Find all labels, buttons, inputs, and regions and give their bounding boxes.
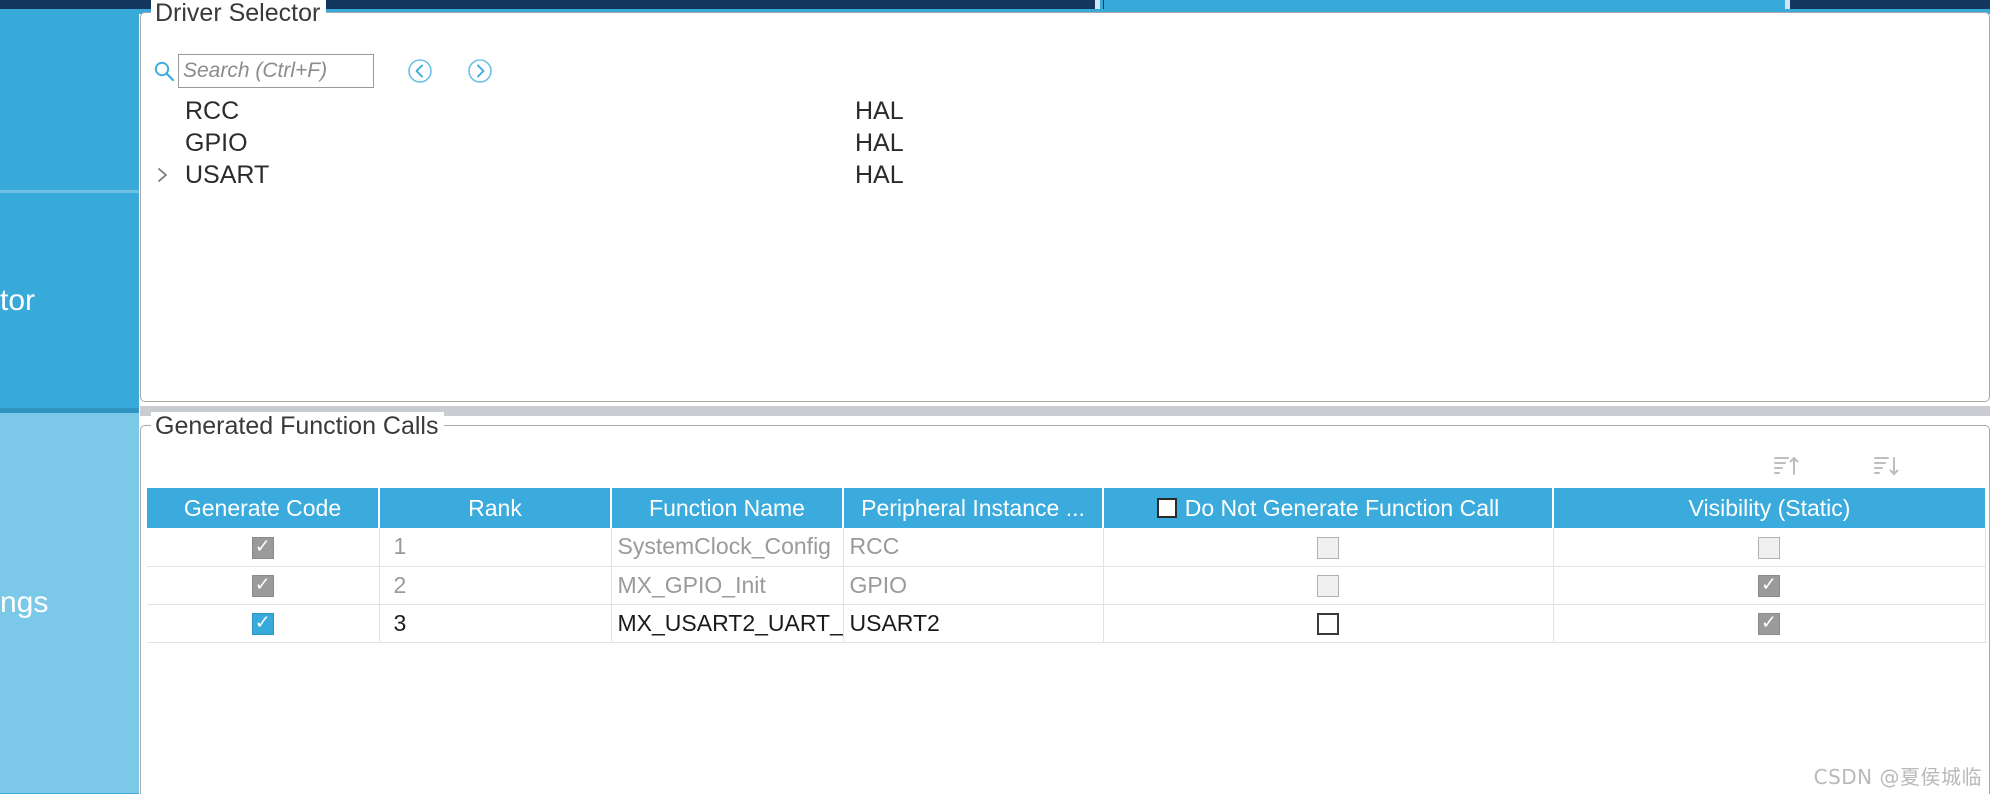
driver-selector-title: Driver Selector bbox=[151, 0, 327, 28]
checkbox-do_not_generate[interactable] bbox=[1317, 575, 1339, 598]
sidebar-item-label: tor bbox=[0, 283, 36, 317]
checkbox-visibility[interactable] bbox=[1758, 613, 1780, 636]
cell-generate_code[interactable] bbox=[147, 566, 380, 605]
driver-tree-row[interactable]: RCC HAL bbox=[141, 95, 1989, 127]
checkbox-visibility[interactable] bbox=[1758, 537, 1780, 560]
cell-peripheral[interactable]: GPIO bbox=[843, 566, 1104, 605]
sort-button-group bbox=[1773, 454, 1899, 478]
cell-peripheral[interactable]: RCC bbox=[843, 528, 1104, 567]
cell-function_name[interactable]: MX_GPIO_Init bbox=[611, 566, 844, 605]
search-input[interactable] bbox=[178, 54, 374, 88]
cell-rank[interactable]: 3 bbox=[379, 604, 612, 643]
column-header-do_not_generate[interactable]: Do Not Generate Function Call bbox=[1103, 488, 1554, 528]
column-header-label: Do Not Generate Function Call bbox=[1184, 494, 1500, 521]
cell-do_not_generate[interactable] bbox=[1103, 528, 1554, 567]
sort-ascending-icon[interactable] bbox=[1773, 454, 1799, 478]
driver-tree: RCC HAL GPIO HAL USART HAL bbox=[141, 95, 1989, 191]
column-header-label: Function Name bbox=[649, 494, 805, 521]
driver-selector-panel: Driver Selector Search (Ctrl+F) RCC HAL … bbox=[140, 0, 1990, 402]
checkbox-visibility[interactable] bbox=[1758, 575, 1780, 598]
checkbox-generate_code[interactable] bbox=[251, 537, 274, 560]
column-header-label: Generate Code bbox=[183, 494, 342, 521]
column-header-function_name[interactable]: Function Name bbox=[611, 488, 844, 528]
column-header-visibility[interactable]: Visibility (Static) bbox=[1553, 488, 1985, 528]
search-icon bbox=[153, 60, 175, 82]
top-tab-divider bbox=[1095, 0, 1100, 9]
table-row[interactable]: 2MX_GPIO_InitGPIO bbox=[147, 566, 1986, 605]
cell-visibility[interactable] bbox=[1553, 604, 1986, 643]
cell-function_name[interactable]: SystemClock_Config bbox=[611, 528, 844, 567]
checkbox-do_not_generate[interactable] bbox=[1317, 537, 1339, 560]
column-header-label: Visibility (Static) bbox=[1688, 494, 1851, 521]
cell-generate_code[interactable] bbox=[147, 528, 380, 567]
previous-match-button[interactable] bbox=[406, 57, 434, 85]
column-header-generate_code[interactable]: Generate Code bbox=[147, 488, 380, 528]
driver-tree-row[interactable]: USART HAL bbox=[141, 159, 1989, 191]
driver-type: HAL bbox=[855, 96, 904, 125]
sidebar-item-1[interactable] bbox=[0, 14, 139, 190]
chevron-right-icon[interactable] bbox=[155, 166, 171, 184]
driver-selector-toolbar bbox=[153, 54, 494, 88]
watermark: CSDN @夏侯城临 bbox=[1813, 765, 1982, 789]
checkbox-generate_code[interactable] bbox=[251, 575, 274, 598]
top-tab-divider bbox=[1785, 0, 1790, 9]
application-window: tor ngs Driver Selector Search (Ctrl+F) … bbox=[0, 0, 1990, 794]
table-row[interactable]: 3MX_USART2_UART_...USART2 bbox=[147, 604, 1986, 643]
top-tab-segment[interactable] bbox=[1103, 0, 1104, 9]
top-tab-segment[interactable] bbox=[1790, 0, 1990, 9]
checkbox-do_not_generate[interactable] bbox=[1317, 613, 1339, 636]
generated-function-calls-panel: Generated Function Calls Generate Code R… bbox=[140, 412, 1990, 794]
column-header-peripheral[interactable]: Peripheral Instance ... bbox=[843, 488, 1104, 528]
column-header-label: Rank bbox=[468, 494, 522, 521]
driver-type: HAL bbox=[855, 160, 904, 189]
cell-do_not_generate[interactable] bbox=[1103, 604, 1554, 643]
header-checkbox-do_not_generate[interactable] bbox=[1156, 498, 1177, 518]
sidebar-item-label: ngs bbox=[0, 586, 49, 619]
cell-visibility[interactable] bbox=[1553, 566, 1986, 605]
cell-generate_code[interactable] bbox=[147, 604, 380, 643]
cell-peripheral[interactable]: USART2 bbox=[843, 604, 1104, 643]
cell-function_name[interactable]: MX_USART2_UART_... bbox=[611, 604, 844, 643]
driver-name: USART bbox=[185, 160, 270, 189]
next-match-button[interactable] bbox=[466, 57, 494, 85]
sidebar-item-project-settings[interactable]: ngs bbox=[0, 413, 139, 793]
generated-function-calls-title: Generated Function Calls bbox=[151, 412, 445, 441]
column-header-label: Peripheral Instance ... bbox=[861, 494, 1085, 521]
driver-name: GPIO bbox=[185, 128, 248, 157]
sidebar-item-pinout-configurator[interactable]: tor bbox=[0, 193, 139, 408]
cell-visibility[interactable] bbox=[1553, 528, 1986, 567]
generated-function-calls-table: Generate Code Rank Function Name Peripheral… bbox=[147, 488, 1986, 643]
driver-name: RCC bbox=[185, 96, 240, 125]
cell-do_not_generate[interactable] bbox=[1103, 566, 1554, 605]
cell-rank[interactable]: 2 bbox=[379, 566, 612, 605]
left-sidebar: tor ngs bbox=[0, 14, 139, 794]
top-tab-segment[interactable] bbox=[290, 0, 1095, 9]
cell-rank[interactable]: 1 bbox=[379, 528, 612, 567]
table-row[interactable]: 1SystemClock_ConfigRCC bbox=[147, 528, 1986, 567]
sort-descending-icon[interactable] bbox=[1873, 454, 1899, 478]
table-header-row: Generate Code Rank Function Name Peripheral… bbox=[147, 488, 1985, 528]
driver-tree-row[interactable]: GPIO HAL bbox=[141, 127, 1989, 159]
table-body: 1SystemClock_ConfigRCC2MX_GPIO_InitGPIO3… bbox=[147, 528, 1986, 643]
checkbox-generate_code[interactable] bbox=[251, 613, 274, 636]
driver-type: HAL bbox=[855, 128, 904, 157]
column-header-rank[interactable]: Rank bbox=[379, 488, 612, 528]
